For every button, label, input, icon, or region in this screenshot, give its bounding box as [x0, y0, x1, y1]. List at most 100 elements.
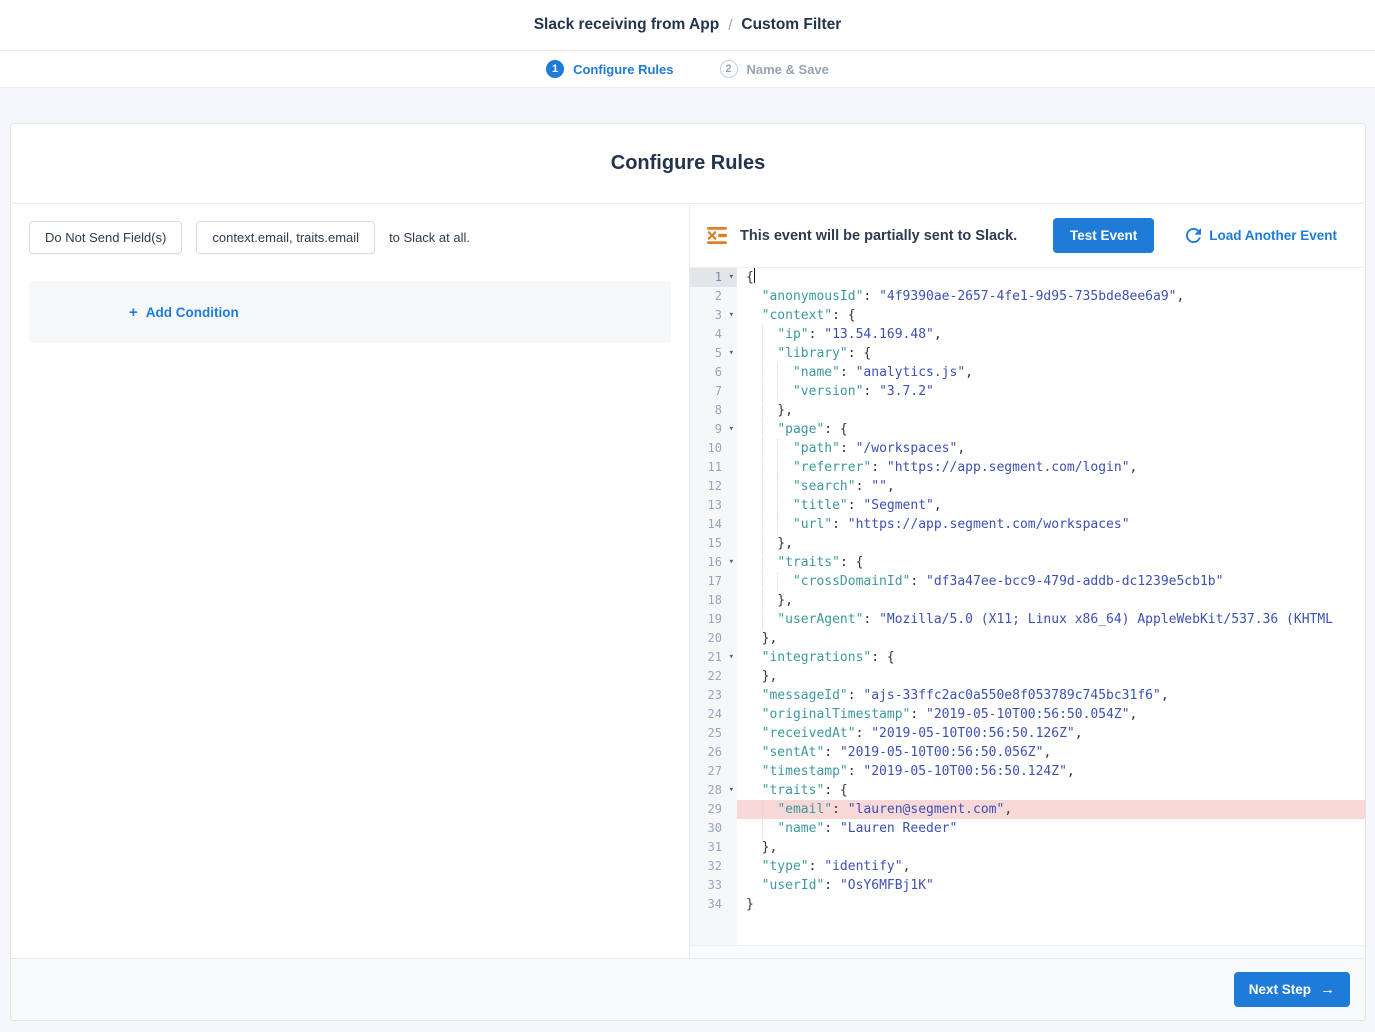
code-line: 15 }, [690, 534, 1365, 553]
code-line: 2 "anonymousId": "4f9390ae-2657-4fe1-9d9… [690, 287, 1365, 306]
rule-builder-pane: Do Not Send Field(s) context.email, trai… [11, 204, 690, 958]
rule-action-button[interactable]: Do Not Send Field(s) [29, 221, 182, 254]
code-text: "sentAt": "2019-05-10T00:56:50.056Z", [737, 743, 1365, 762]
line-number: 12 [690, 477, 737, 496]
json-editor[interactable]: 1▾{2 "anonymousId": "4f9390ae-2657-4fe1-… [690, 268, 1365, 945]
line-number: 22 [690, 667, 737, 686]
indent-guide [762, 382, 763, 401]
fold-toggle-icon[interactable]: ▾ [729, 268, 734, 287]
breadcrumb-current: Custom Filter [741, 16, 841, 34]
code-line: 28▾ "traits": { [690, 781, 1365, 800]
partial-send-icon [707, 227, 728, 244]
fold-toggle-icon[interactable]: ▾ [729, 420, 734, 439]
indent-guide [777, 458, 778, 477]
next-step-button[interactable]: Next Step → [1234, 972, 1350, 1007]
line-number: 24 [690, 705, 737, 724]
rule-fields-button[interactable]: context.email, traits.email [196, 221, 375, 254]
code-line: 16▾ "traits": { [690, 553, 1365, 572]
fold-toggle-icon[interactable]: ▾ [729, 553, 734, 572]
code-text: "ip": "13.54.169.48", [737, 325, 1365, 344]
configure-rules-card: Configure Rules Do Not Send Field(s) con… [10, 123, 1366, 1021]
load-another-event-button[interactable]: Load Another Event [1186, 228, 1337, 243]
code-line: 22 }, [690, 667, 1365, 686]
code-text: }, [737, 534, 1365, 553]
indent-guide [777, 515, 778, 534]
line-number: 10 [690, 439, 737, 458]
indent-guide [762, 819, 763, 838]
code-text: "userId": "OsY6MFBj1K" [737, 876, 1365, 895]
step-configure-rules[interactable]: 1 Configure Rules [546, 60, 673, 78]
code-text: "context": { [737, 306, 1365, 325]
code-line: 7 "version": "3.7.2" [690, 382, 1365, 401]
code-text: }, [737, 838, 1365, 857]
indent-guide [762, 325, 763, 344]
line-number: 16▾ [690, 553, 737, 572]
code-text: "title": "Segment", [737, 496, 1365, 515]
indent-guide [777, 382, 778, 401]
code-line: 25 "receivedAt": "2019-05-10T00:56:50.12… [690, 724, 1365, 743]
fold-toggle-icon[interactable]: ▾ [729, 306, 734, 325]
line-number: 17 [690, 572, 737, 591]
indent-guide [777, 572, 778, 591]
line-number: 7 [690, 382, 737, 401]
indent-guide [762, 477, 763, 496]
line-number: 11 [690, 458, 737, 477]
line-number: 26 [690, 743, 737, 762]
line-number: 30 [690, 819, 737, 838]
code-text: "integrations": { [737, 648, 1365, 667]
page-title: Configure Rules [611, 152, 765, 175]
line-number: 20 [690, 629, 737, 648]
breadcrumb-source[interactable]: Slack receiving from App [534, 16, 720, 34]
line-number: 2 [690, 287, 737, 306]
editor-horizontal-scrollbar[interactable] [690, 945, 1365, 958]
next-step-label: Next Step [1249, 982, 1311, 997]
json-editor-lines: 1▾{2 "anonymousId": "4f9390ae-2657-4fe1-… [690, 268, 1365, 914]
line-number: 23 [690, 686, 737, 705]
code-line: 20 }, [690, 629, 1365, 648]
code-text: "receivedAt": "2019-05-10T00:56:50.126Z"… [737, 724, 1365, 743]
stepper: 1 Configure Rules 2 Name & Save [0, 51, 1375, 88]
indent-guide [762, 572, 763, 591]
indent-guide [762, 610, 763, 629]
indent-guide [762, 553, 763, 572]
test-event-button[interactable]: Test Event [1053, 218, 1154, 253]
code-text: "anonymousId": "4f9390ae-2657-4fe1-9d95-… [737, 287, 1365, 306]
code-text: "originalTimestamp": "2019-05-10T00:56:5… [737, 705, 1365, 724]
indent-guide [762, 515, 763, 534]
indent-guide [777, 439, 778, 458]
line-number: 4 [690, 325, 737, 344]
code-text: "crossDomainId": "df3a47ee-bcc9-479d-add… [737, 572, 1365, 591]
indent-guide [762, 458, 763, 477]
line-number: 32 [690, 857, 737, 876]
code-text: "name": "Lauren Reeder" [737, 819, 1365, 838]
breadcrumb-separator: / [728, 17, 732, 34]
code-line: 11 "referrer": "https://app.segment.com/… [690, 458, 1365, 477]
preview-status-text: This event will be partially sent to Sla… [740, 228, 1017, 244]
code-line: 27 "timestamp": "2019-05-10T00:56:50.124… [690, 762, 1365, 781]
code-text: "messageId": "ajs-33ffc2ac0a550e8f053789… [737, 686, 1365, 705]
code-text: "name": "analytics.js", [737, 363, 1365, 382]
line-number: 1▾ [690, 268, 737, 287]
fold-toggle-icon[interactable]: ▾ [729, 648, 734, 667]
code-line: 33 "userId": "OsY6MFBj1K" [690, 876, 1365, 895]
line-number: 21▾ [690, 648, 737, 667]
step-2-circle: 2 [720, 60, 738, 78]
code-text: "type": "identify", [737, 857, 1365, 876]
code-text: }, [737, 667, 1365, 686]
add-condition-button[interactable]: + Add Condition [129, 305, 239, 320]
code-text: }, [737, 591, 1365, 610]
fold-toggle-icon[interactable]: ▾ [729, 781, 734, 800]
line-number: 19 [690, 610, 737, 629]
code-line: 4 "ip": "13.54.169.48", [690, 325, 1365, 344]
step-name-save[interactable]: 2 Name & Save [720, 60, 829, 78]
fold-toggle-icon[interactable]: ▾ [729, 344, 734, 363]
code-line: 3▾ "context": { [690, 306, 1365, 325]
code-line: 26 "sentAt": "2019-05-10T00:56:50.056Z", [690, 743, 1365, 762]
code-text: "library": { [737, 344, 1365, 363]
indent-guide [762, 420, 763, 439]
code-line: 13 "title": "Segment", [690, 496, 1365, 515]
indent-guide [777, 496, 778, 515]
line-number: 31 [690, 838, 737, 857]
code-line: 17 "crossDomainId": "df3a47ee-bcc9-479d-… [690, 572, 1365, 591]
card-title-row: Configure Rules [11, 124, 1365, 204]
